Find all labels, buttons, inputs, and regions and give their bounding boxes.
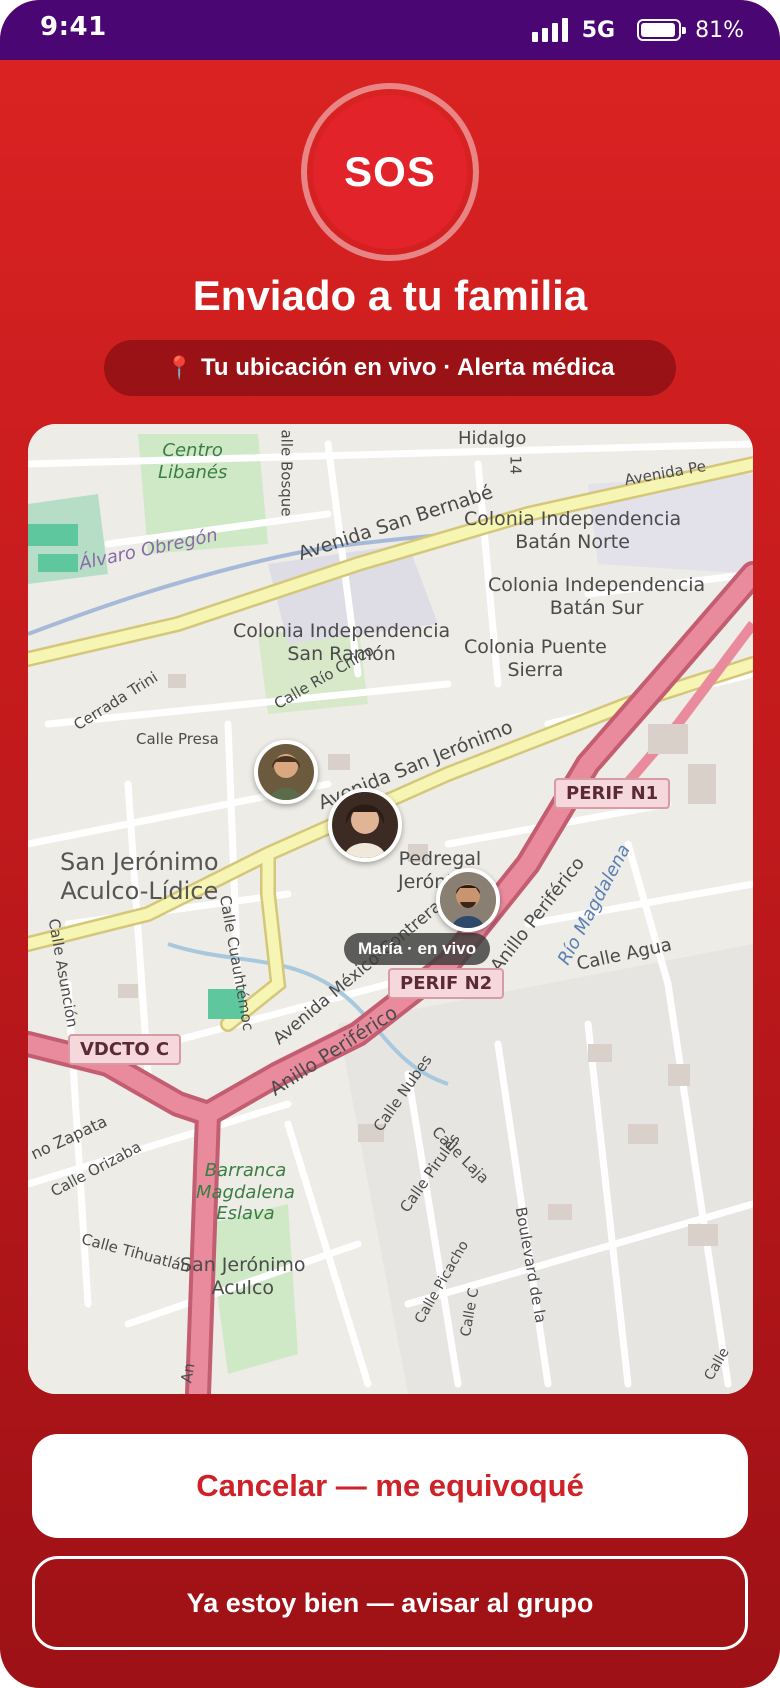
signal-bars-icon: [531, 18, 568, 42]
cancel-alert-button[interactable]: Cancelar — me equivoqué: [32, 1434, 748, 1538]
family-member-avatar[interactable]: [254, 740, 318, 804]
battery-icon: [637, 19, 687, 41]
person-icon: [440, 872, 496, 928]
avatar-maria[interactable]: [328, 788, 402, 862]
map-label: Centro Libanés: [158, 440, 228, 483]
person-icon: [258, 744, 314, 800]
map-label: Calle Presa: [136, 730, 219, 748]
map-label: Hidalgo: [458, 428, 527, 449]
network-label: 5G: [581, 17, 616, 43]
im-ok-button[interactable]: Ya estoy bien — avisar al grupo: [32, 1556, 748, 1650]
live-status-tag: María · en vivo: [344, 933, 491, 965]
live-location-map[interactable]: Hidalgo Centro Libanés alle Bosque Álvar…: [28, 424, 753, 1394]
route-shield-perif-n1: PERIF N1: [554, 778, 671, 809]
map-label: Colonia Independencia Batán Sur: [488, 574, 706, 619]
status-bar: 9:41 5G 81%: [0, 0, 780, 60]
map-label: Colonia Puente Sierra: [464, 636, 607, 681]
sos-label: SOS: [313, 95, 467, 249]
sos-indicator: SOS: [301, 83, 479, 261]
map-label: San Jerónimo Aculco: [180, 1254, 306, 1299]
battery-percent: 81%: [695, 17, 744, 43]
alert-subtitle: Tu ubicación en vivo · Alerta médica: [200, 354, 615, 381]
page-title: Enviado a tu familia: [192, 272, 588, 319]
location-pin-icon: 📍: [165, 355, 193, 380]
map-label: An: [177, 1361, 199, 1385]
map-label: Barranca Magdalena Eslava: [196, 1160, 295, 1225]
family-member-avatar[interactable]: [436, 868, 500, 932]
status-time: 9:41: [40, 12, 107, 42]
map-label: Colonia Independencia Batán Norte: [464, 508, 682, 553]
map-label: San Jerónimo Aculco-Lídice: [60, 848, 219, 905]
map-label: alle Bosque: [277, 429, 296, 517]
sos-screen: 9:41 5G 81% SOS Enviado a tu familia 📍 T…: [0, 0, 780, 1688]
status-right: 5G 81%: [531, 14, 744, 46]
route-shield-perif-n2: PERIF N2: [388, 968, 505, 999]
location-alert-pill: 📍 Tu ubicación en vivo · Alerta médica: [104, 340, 676, 396]
person-icon: [332, 792, 398, 858]
map-label: 14: [506, 455, 525, 475]
route-shield-vdcto-c: VDCTO C: [68, 1034, 182, 1065]
